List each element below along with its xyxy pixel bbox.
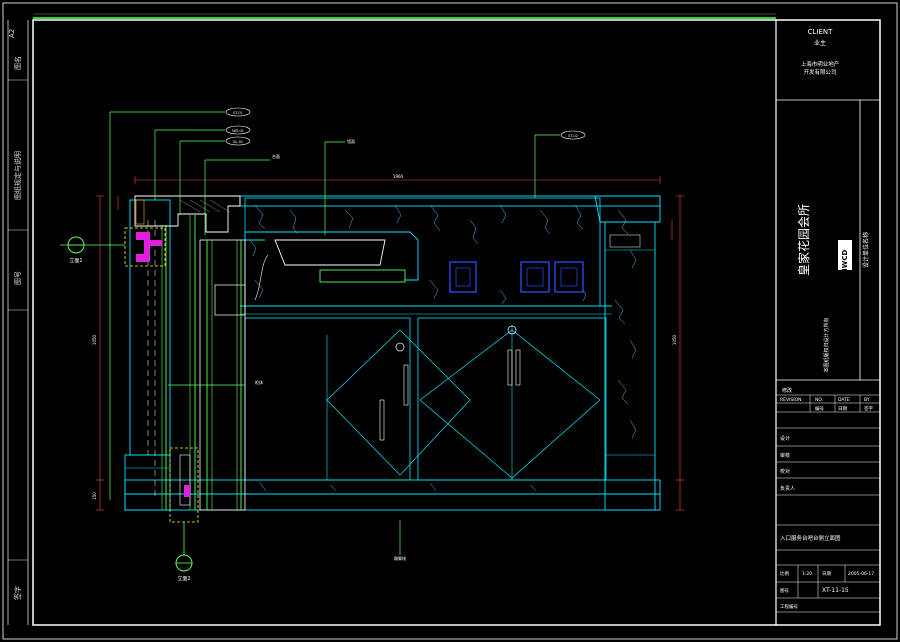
socket-2 [520,261,550,293]
sink-bowl [274,239,386,266]
door-handle-3 [507,349,513,386]
plinth-base [124,493,661,511]
drawer-slot [319,269,406,283]
tag-2: WD-01 [232,129,244,133]
tag-3: GL-01 [233,140,243,144]
label-bottom: 踢脚线 [394,555,406,561]
note-1: 本图纸版权归设计方所有 [823,317,830,372]
sink-top [244,231,419,281]
section-marker-bottom: 立面2 [175,522,193,582]
logo-text: HWCD [841,250,849,275]
elevation-drawing: 立面1 立面2 ST-01 WD-01 GL-01 ST-02 台面 墙面 柜体… [60,107,684,582]
door-handle-2 [403,364,409,406]
revision-no: NO. [815,397,823,403]
revision-date: DATE [838,397,850,403]
right-column [604,221,656,511]
drawing-no-label: 图号 [780,588,789,594]
control-box [214,284,246,316]
plinth-top [124,479,661,495]
label-top: 台面 [272,153,280,159]
project-no-label: 工程编号 [780,603,798,610]
label-cabinet: 柜体 [255,379,263,385]
dim-height-1: 1050 [92,334,97,345]
door-handle-4 [515,349,521,386]
section-marker-left: 立面1 [60,236,125,264]
sign-1: 设计 [780,435,790,442]
project-name: 皇家花园会所 [796,204,811,276]
door-diamond-2 [419,329,601,479]
label-wall: 墙面 [347,138,355,144]
drawing-no: XT-11-15 [822,587,849,594]
client-sub: 业主 [814,39,826,47]
socket-3 [554,261,584,293]
client-name-2: 开发有限公司 [803,68,836,76]
rev-cn-by: 签字 [864,405,873,412]
date-label: 日期 [822,571,831,577]
leader-lines [109,111,560,555]
sheet-size: A2 [8,29,16,38]
side-label-4: 签字 [13,586,22,600]
door-handle-1 [379,399,385,441]
section-left-label: 立面1 [69,257,82,264]
scale-label: 比例 [780,570,789,577]
cad-canvas: A2 图名 图纸规定与说明 图号 签字 CLIENT 业主 上海市明业地产 开发… [2,2,898,640]
dim-height-2: 150 [92,492,97,500]
date-value: 2005-06-17 [848,571,874,577]
client-label: CLIENT [808,28,834,36]
dim-width: 1960 [393,174,404,179]
inner-border [32,19,881,626]
sign-4: 负责人 [780,485,795,492]
column-grille [609,234,641,248]
revision-cn: 修改 [782,387,792,394]
designer-info: 设计单位名称 [862,232,870,268]
socket-1 [449,261,477,293]
sign-3: 校对 [780,468,790,475]
door-diamond-1 [326,329,471,476]
dimension-lines [96,176,684,511]
cad-drawing-sheet: A2 图名 图纸规定与说明 图号 签字 CLIENT 业主 上海市明业地产 开发… [0,0,900,642]
rev-cn-date: 日期 [838,406,847,412]
counter-top-section [134,195,241,233]
revision-by: BY [864,397,870,403]
side-label-3: 图号 [14,271,22,285]
title-block: CLIENT 业主 上海市明业地产 开发有限公司 皇家花园会所 HWCD 设计单… [775,20,880,625]
client-name-1: 上海市明业地产 [801,60,840,68]
magenta-bracket [136,232,162,262]
side-label-2: 图纸规定与说明 [13,151,22,200]
counter-end-cap [594,195,661,223]
sign-2: 审核 [780,452,790,459]
section-bottom-label: 立面2 [177,575,190,582]
rev-cn-no: 编号 [815,405,824,412]
drawing-title: 入口服务台吧台侧立面图 [780,534,841,542]
left-base-block [124,454,171,511]
tag-4: ST-02 [568,134,578,138]
dim-height-right: 1050 [672,334,677,345]
outer-border [2,2,898,640]
revision-label: REVISION [780,397,801,403]
cabinet-left [244,317,411,481]
tag-1: ST-01 [233,111,243,115]
scale-value: 1:20 [802,571,812,577]
door-knob-1 [395,342,405,352]
side-label-1: 图名 [13,56,22,70]
